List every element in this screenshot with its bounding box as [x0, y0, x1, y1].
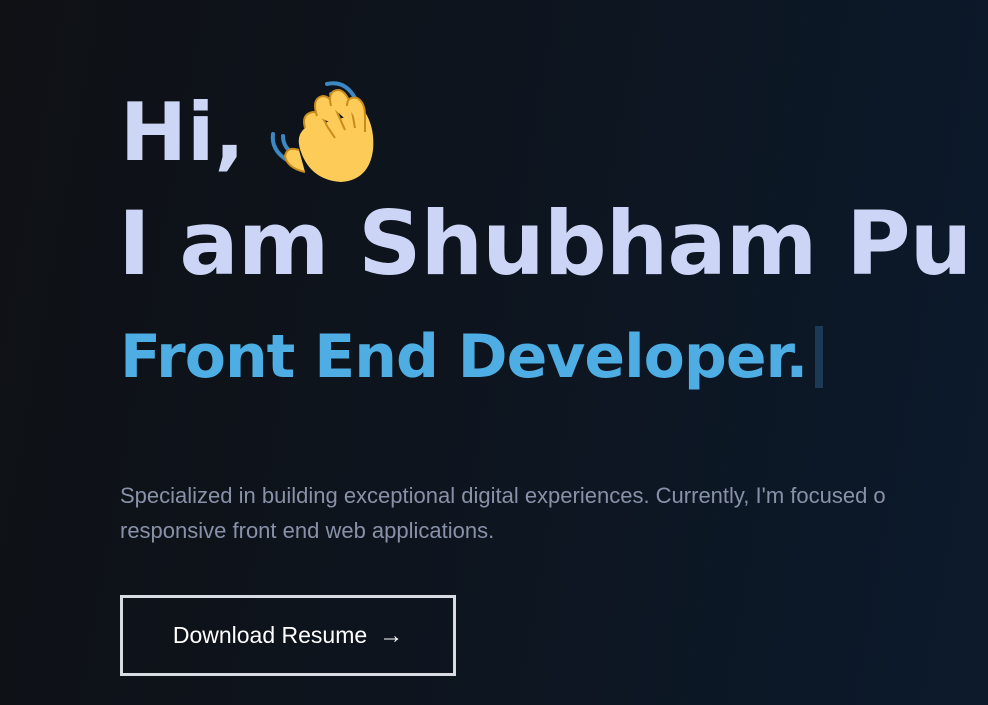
arrow-right-icon: →	[379, 621, 404, 649]
bio-line-2: responsive front end web applications.	[120, 518, 495, 543]
role-text: Front End Developer.	[120, 322, 808, 392]
role-heading: Front End Developer.	[120, 322, 824, 392]
download-resume-label: Download Resume	[172, 622, 368, 648]
greeting-text: Hi,	[120, 86, 245, 179]
name-heading: I am Shubham Pu	[118, 192, 972, 295]
greeting-heading: Hi,	[120, 78, 377, 188]
typing-cursor	[815, 326, 824, 388]
download-resume-button[interactable]: Download Resume →	[120, 595, 456, 676]
bio-line-1: Specialized in building exceptional digi…	[120, 483, 886, 508]
waving-hand-icon	[265, 76, 377, 188]
hero-section: Hi, I am Shubham Pu Front End Developer.…	[118, 0, 988, 705]
bio-paragraph: Specialized in building exceptional digi…	[120, 478, 988, 548]
